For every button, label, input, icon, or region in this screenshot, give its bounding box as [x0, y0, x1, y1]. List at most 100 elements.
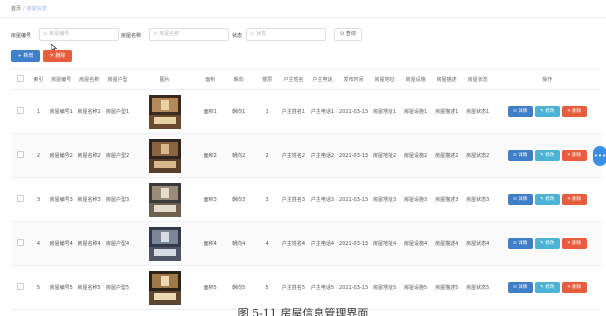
- edit-label: 修改: [545, 285, 555, 290]
- house-photo[interactable]: [148, 94, 181, 129]
- delete-button[interactable]: ✕ 删除: [561, 238, 587, 249]
- table-row: 1 房屋编号1 房屋名称1 房屋户型1 面积1 朝向1 1 户主姓名1 户主电话1 2021-03…: [11, 89, 601, 134]
- cell-phone: 户主电话3: [306, 177, 339, 222]
- cell-addr: 房屋地址5: [369, 265, 401, 310]
- column-header: 朝向: [223, 68, 255, 90]
- search-status-input[interactable]: ⊙ 状态: [246, 28, 326, 41]
- house-photo[interactable]: [148, 226, 181, 261]
- delete-button[interactable]: ✕ 删除: [561, 106, 587, 117]
- house-photo[interactable]: [148, 270, 181, 305]
- delete-label: 删除: [572, 109, 582, 114]
- cell-desc: 房屋描述1: [431, 89, 463, 134]
- edit-button[interactable]: ✎ 修改: [534, 106, 560, 117]
- row-checkbox[interactable]: [11, 265, 30, 310]
- search-name-input[interactable]: ⊙ 房屋名称: [149, 28, 229, 41]
- cell-facility: 房屋设施5: [400, 265, 432, 310]
- detail-button[interactable]: ⊙ 详情: [507, 282, 533, 293]
- edit-button[interactable]: ✎ 修改: [534, 238, 560, 249]
- cell-index: 3: [29, 177, 48, 222]
- cell-area: 面积1: [197, 89, 224, 134]
- cell-index: 1: [29, 89, 48, 134]
- row-checkbox[interactable]: [11, 89, 30, 134]
- cell-type: 房屋户型4: [103, 221, 133, 266]
- checkbox-icon: [16, 150, 24, 158]
- delete-label: 删除: [572, 241, 582, 246]
- delete-label: 删除: [572, 153, 582, 158]
- column-header: 面积: [197, 68, 224, 90]
- cell-status: 房屋状态3: [462, 177, 494, 222]
- cell-name: 房屋名称2: [75, 133, 104, 178]
- column-header: 操作: [493, 68, 601, 90]
- cell-area: 面积4: [197, 221, 224, 266]
- search-code-input[interactable]: ⊙ 房屋编号: [39, 28, 119, 41]
- detail-label: 详情: [518, 109, 528, 114]
- edit-button[interactable]: ✎ 修改: [534, 282, 560, 293]
- house-photo[interactable]: [148, 138, 181, 173]
- column-header: 户主电话: [306, 68, 339, 90]
- table-row: 4 房屋编号4 房屋名称4 房屋户型4 面积4 朝向4 4 户主姓名4 户主电话4 2021-03…: [11, 221, 601, 266]
- search-code-placeholder: 房屋编号: [49, 31, 70, 37]
- checkbox-icon: [16, 106, 24, 114]
- cell-type: 房屋户型2: [103, 133, 133, 178]
- cell-index: 2: [29, 133, 48, 178]
- delete-button[interactable]: ✕ 删除: [561, 150, 587, 161]
- edit-label: 修改: [545, 109, 555, 114]
- checkbox-icon: [16, 74, 24, 82]
- edit-button[interactable]: ✎ 修改: [534, 150, 560, 161]
- cell-owner: 户主姓名3: [280, 177, 307, 222]
- cell-image: [132, 221, 198, 266]
- row-checkbox[interactable]: [11, 177, 30, 222]
- column-header: 房屋编号: [47, 68, 76, 90]
- search-icon: ⊙: [153, 31, 158, 37]
- cell-name: 房屋名称3: [75, 177, 104, 222]
- table-header-row: 索引 房屋编号 房屋名称 房屋户型 图片 面积 朝向 楼层 户主姓名 户主电话 …: [11, 68, 601, 90]
- cell-floor: 1: [254, 89, 281, 134]
- detail-button[interactable]: ⊙ 详情: [507, 150, 533, 161]
- cell-area: 面积3: [197, 177, 224, 222]
- delete-button[interactable]: ✕ 删除: [561, 194, 587, 205]
- column-header: 发布时间: [338, 68, 370, 90]
- cell-code: 房屋编号2: [47, 133, 76, 178]
- house-table: 索引 房屋编号 房屋名称 房屋户型 图片 面积 朝向 楼层 户主姓名 户主电话 …: [11, 68, 601, 310]
- cell-status: 房屋状态5: [462, 265, 494, 310]
- detail-button[interactable]: ⊙ 详情: [507, 106, 533, 117]
- cell-floor: 2: [254, 133, 281, 178]
- detail-label: 详情: [518, 285, 528, 290]
- cell-facility: 房屋设施1: [400, 89, 432, 134]
- house-photo[interactable]: [148, 182, 181, 217]
- checkbox-icon: [16, 194, 24, 202]
- cell-desc: 房屋描述3: [431, 177, 463, 222]
- detail-button[interactable]: ⊙ 详情: [507, 194, 533, 205]
- detail-button[interactable]: ⊙ 详情: [507, 238, 533, 249]
- row-checkbox[interactable]: [11, 221, 30, 266]
- cell-addr: 房屋地址2: [369, 133, 401, 178]
- delete-button[interactable]: ✕ 删除: [561, 282, 587, 293]
- cell-owner: 户主姓名2: [280, 133, 307, 178]
- cell-facility: 房屋设施2: [400, 133, 432, 178]
- checkbox-icon: [16, 282, 24, 290]
- add-button[interactable]: + 新增: [11, 50, 40, 62]
- row-checkbox[interactable]: [11, 133, 30, 178]
- edit-button[interactable]: ✎ 修改: [534, 194, 560, 205]
- cell-phone: 户主电话4: [306, 221, 339, 266]
- cell-facility: 房屋设施4: [400, 221, 432, 266]
- floating-action-button[interactable]: •••: [593, 146, 606, 166]
- column-header: 户主姓名: [280, 68, 307, 90]
- cell-orient: 朝向5: [223, 265, 255, 310]
- breadcrumb-home[interactable]: 首页: [11, 6, 21, 12]
- cell-index: 5: [29, 265, 48, 310]
- search-code-label: 房屋编号: [11, 33, 32, 39]
- detail-label: 详情: [518, 153, 528, 158]
- search-status-placeholder: 状态: [256, 31, 267, 37]
- search-name-placeholder: 房屋名称: [159, 31, 180, 37]
- select-all-checkbox[interactable]: [11, 68, 30, 90]
- cell-operations: ⊙ 详情 ✎ 修改 ✕ 删除: [493, 221, 601, 266]
- cell-addr: 房屋地址4: [369, 221, 401, 266]
- batch-delete-button[interactable]: ✕ 删除: [43, 50, 72, 62]
- cell-operations: ⊙ 详情 ✎ 修改 ✕ 删除: [493, 133, 601, 178]
- query-button[interactable]: ⊙ 查询: [334, 28, 362, 41]
- cell-floor: 3: [254, 177, 281, 222]
- cell-code: 房屋编号1: [47, 89, 76, 134]
- cell-facility: 房屋设施3: [400, 177, 432, 222]
- cell-phone: 户主电话2: [306, 133, 339, 178]
